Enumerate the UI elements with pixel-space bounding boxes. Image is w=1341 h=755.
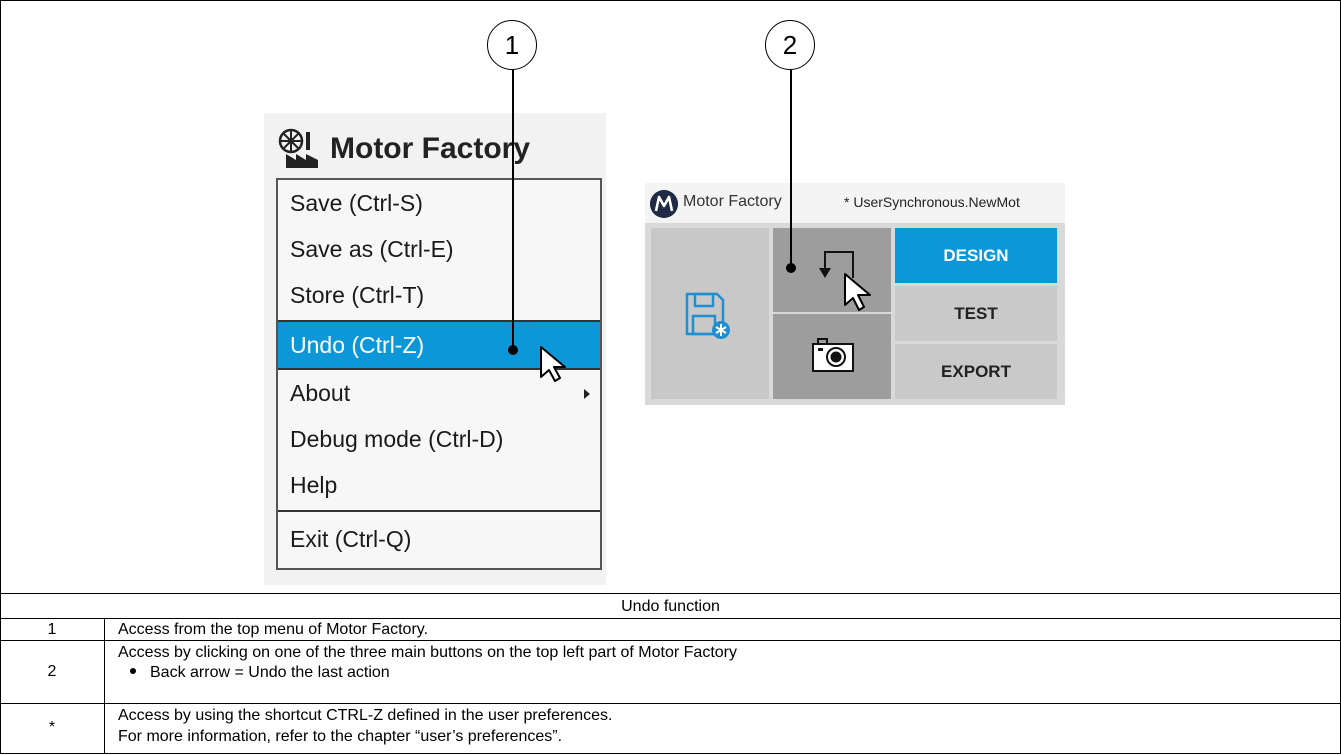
mouse-cursor-icon — [540, 346, 566, 382]
table-border-row2-top — [0, 640, 1341, 641]
table-border-top — [0, 0, 1341, 1]
table-border-bottom — [0, 753, 1341, 754]
camera-icon — [812, 338, 854, 372]
test-mode-button[interactable]: TEST — [895, 286, 1057, 341]
menu-item-help[interactable]: Help — [278, 462, 600, 508]
menu-app-name: Motor Factory — [330, 132, 531, 165]
callout-2: 2 — [765, 20, 815, 70]
menu-app-title: Motor Factory — [278, 128, 530, 170]
row-1-text: Access from the top menu of Motor Factor… — [118, 621, 429, 638]
table-border-left — [0, 0, 1, 754]
save-icon — [685, 292, 730, 339]
row-2-bullet: Back arrow = Undo the last action — [130, 663, 1280, 682]
table-border-row3-top — [0, 703, 1341, 704]
row-2-text: Access by clicking on one of the three m… — [118, 644, 737, 661]
save-button[interactable] — [651, 228, 769, 399]
row-1-number: 1 — [47, 621, 57, 638]
row-3-text-line-2: For more information, refer to the chapt… — [118, 728, 563, 745]
table-border-caption-top — [0, 593, 1341, 594]
snapshot-button[interactable] — [773, 314, 891, 399]
menu-item-store[interactable]: Store (Ctrl-T) — [278, 272, 600, 318]
menu-item-debug-mode[interactable]: Debug mode (Ctrl-D) — [278, 416, 600, 462]
callout-1: 1 — [487, 20, 537, 70]
factory-logo-icon — [278, 128, 318, 168]
menu-item-exit[interactable]: Exit (Ctrl-Q) — [278, 516, 600, 562]
row-3-text-line-1: Access by using the shortcut CTRL-Z defi… — [118, 707, 613, 724]
callout-2-marker — [786, 263, 796, 273]
design-mode-button[interactable]: DESIGN — [895, 228, 1057, 283]
menu-separator — [278, 510, 600, 512]
mouse-cursor-icon — [844, 273, 871, 311]
export-mode-button[interactable]: EXPORT — [895, 344, 1057, 399]
document-table: Motor Factory Save (Ctrl-S) Save as (Ctr… — [0, 0, 1341, 755]
callout-1-marker — [508, 345, 518, 355]
menu-item-save[interactable]: Save (Ctrl-S) — [278, 180, 600, 226]
figure-caption: Undo function — [621, 598, 720, 615]
menu-item-save-as[interactable]: Save as (Ctrl-E) — [278, 226, 600, 272]
row-3-number: * — [48, 719, 56, 736]
toolbar-file-name: * UserSynchronous.NewMot — [844, 194, 1020, 210]
row-2-number: 2 — [47, 663, 57, 680]
toolbar-app-name: Motor Factory — [683, 193, 782, 210]
callout-1-leader — [512, 70, 514, 350]
table-border-row1-top — [0, 618, 1341, 619]
motor-factory-logo-icon — [650, 190, 678, 218]
callout-2-leader — [790, 70, 792, 268]
bullet-icon — [130, 667, 136, 674]
submenu-arrow-icon — [584, 389, 590, 399]
table-column-divider — [104, 618, 105, 754]
